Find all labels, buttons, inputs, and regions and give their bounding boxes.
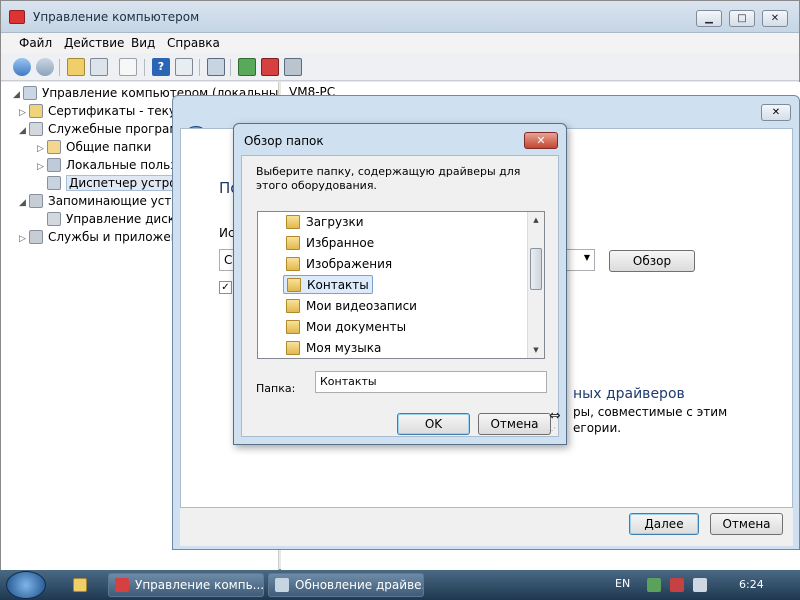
ok-button[interactable]: OK [397,413,470,435]
certificate-icon [29,104,43,118]
toolbar-separator [199,59,200,76]
folder-field[interactable]: Контакты [315,371,547,393]
scroll-up-icon[interactable]: ▲ [528,212,544,228]
favorites-folder-icon [286,236,300,250]
dialog-close-button[interactable]: ✕ [524,132,558,149]
folder-label: Папка: [256,382,296,395]
language-indicator[interactable]: EN [615,577,630,590]
folder-item-selected[interactable]: Контакты [283,275,373,294]
wizard-footer: Далее Отмена [180,508,793,546]
tree-item[interactable]: ▷ Службы и приложени [19,228,186,246]
toolbar-separator [59,59,60,76]
downloads-folder-icon [286,215,300,229]
dialog-body: Выберите папку, содержащую драйверы для … [241,155,559,437]
shared-folder-icon [47,140,61,154]
folder-item[interactable]: Загрузки [286,213,364,232]
tree-item[interactable]: ◢ Запоминающие устр [19,192,179,210]
clock[interactable]: 6:24 [739,578,764,591]
taskbar-button[interactable]: Управление компь... [108,573,264,597]
folder-tree[interactable]: Загрузки Избранное Изображения Контакты … [257,211,545,359]
taskbar-button[interactable]: Обновление драйве... [268,573,424,597]
toolbar-separator [230,59,231,76]
explorer-icon[interactable] [73,578,87,592]
collapse-arrow-icon[interactable]: ◢ [19,122,29,140]
disable-device-icon[interactable] [261,58,279,76]
scan-hardware-icon[interactable] [207,58,225,76]
folder-scrollbar[interactable]: ▲ ▼ [527,212,544,358]
uninstall-device-icon[interactable] [284,58,302,76]
services-icon [29,230,43,244]
pictures-folder-icon [286,257,300,271]
toolbar: ? [1,53,799,81]
dropdown-arrow-icon[interactable]: ▼ [584,253,590,262]
volume-icon[interactable] [693,578,707,592]
back-arrow-icon[interactable] [13,58,31,76]
dialog-description: Выберите папку, содержащую драйверы для … [256,165,521,192]
contacts-folder-icon [287,278,301,292]
tools-icon [29,122,43,136]
tree-item[interactable]: ▷ Сертификаты - текущ [19,102,187,120]
export-list-icon[interactable] [119,58,137,76]
browse-folder-dialog: Обзор папок ✕ Выберите папку, содержащую… [233,123,567,445]
maximize-button[interactable]: □ [729,10,755,27]
cancel-button[interactable]: Отмена [710,513,783,535]
computer-management-icon [115,578,129,592]
forward-arrow-icon[interactable] [36,58,54,76]
option-title[interactable]: ных драйверов [573,386,685,402]
resize-grip-icon[interactable]: ⋰ [548,426,556,435]
scroll-down-icon[interactable]: ▼ [528,342,544,358]
disk-management-icon [47,212,61,226]
music-folder-icon [286,341,300,355]
collapse-arrow-icon[interactable]: ◢ [19,194,29,212]
menu-action[interactable]: Действие [64,36,124,50]
toolbar-separator [144,59,145,76]
option-description: егории. [573,421,622,435]
title-bar: Управление компьютером ▁ □ ✕ [1,1,799,33]
folder-item[interactable]: Мои документы [286,318,406,337]
users-icon [47,158,61,172]
computer-management-icon [9,10,25,24]
menu-file[interactable]: Файл [19,36,52,50]
folder-item[interactable]: Моя музыка [286,339,381,358]
browse-button[interactable]: Обзор [609,250,695,272]
menu-bar: Файл Действие Вид Справка [1,33,799,53]
tree-item[interactable]: ▷ Локальные польз [37,156,177,174]
menu-help[interactable]: Справка [167,36,220,50]
next-button[interactable]: Далее [629,513,699,535]
show-tree-icon[interactable] [90,58,108,76]
folder-item[interactable]: Мои видеозаписи [286,297,417,316]
scroll-thumb[interactable] [530,248,542,290]
tree-item[interactable]: Управление диска [37,210,182,228]
menu-view[interactable]: Вид [131,36,155,50]
tree-item-device-manager[interactable]: Диспетчер устрой [37,174,188,192]
dialog-cancel-button[interactable]: Отмена [478,413,551,435]
documents-folder-icon [286,320,300,334]
option-description: ры, совместимые с этим [573,405,728,419]
update-driver-icon[interactable] [238,58,256,76]
action-center-icon[interactable] [647,578,661,592]
expand-arrow-icon[interactable]: ▷ [19,230,29,248]
taskbar: Управление компь... Обновление драйве...… [0,570,800,600]
driver-update-icon [275,578,289,592]
folder-item[interactable]: Изображения [286,255,392,274]
storage-icon [29,194,43,208]
include-subfolders-checkbox[interactable]: ✓ [219,281,232,294]
help-icon[interactable]: ? [152,58,170,76]
minimize-button[interactable]: ▁ [696,10,722,27]
videos-folder-icon [286,299,300,313]
computer-icon [23,86,37,100]
dialog-title: Обзор папок [244,134,324,148]
up-folder-icon[interactable] [67,58,85,76]
properties-icon[interactable] [175,58,193,76]
tree-item[interactable]: ◢ Служебные програм [19,120,178,138]
folder-item[interactable]: Избранное [286,234,374,253]
close-button[interactable]: ✕ [762,10,788,27]
tree-item[interactable]: ▷ Общие папки [37,138,151,156]
network-icon[interactable] [670,578,684,592]
window-title: Управление компьютером [33,10,200,24]
wizard-close-button[interactable]: ✕ [761,104,791,121]
resize-cursor-icon: ⇔ [549,408,561,424]
device-manager-icon [47,176,61,190]
start-button[interactable] [6,571,46,599]
